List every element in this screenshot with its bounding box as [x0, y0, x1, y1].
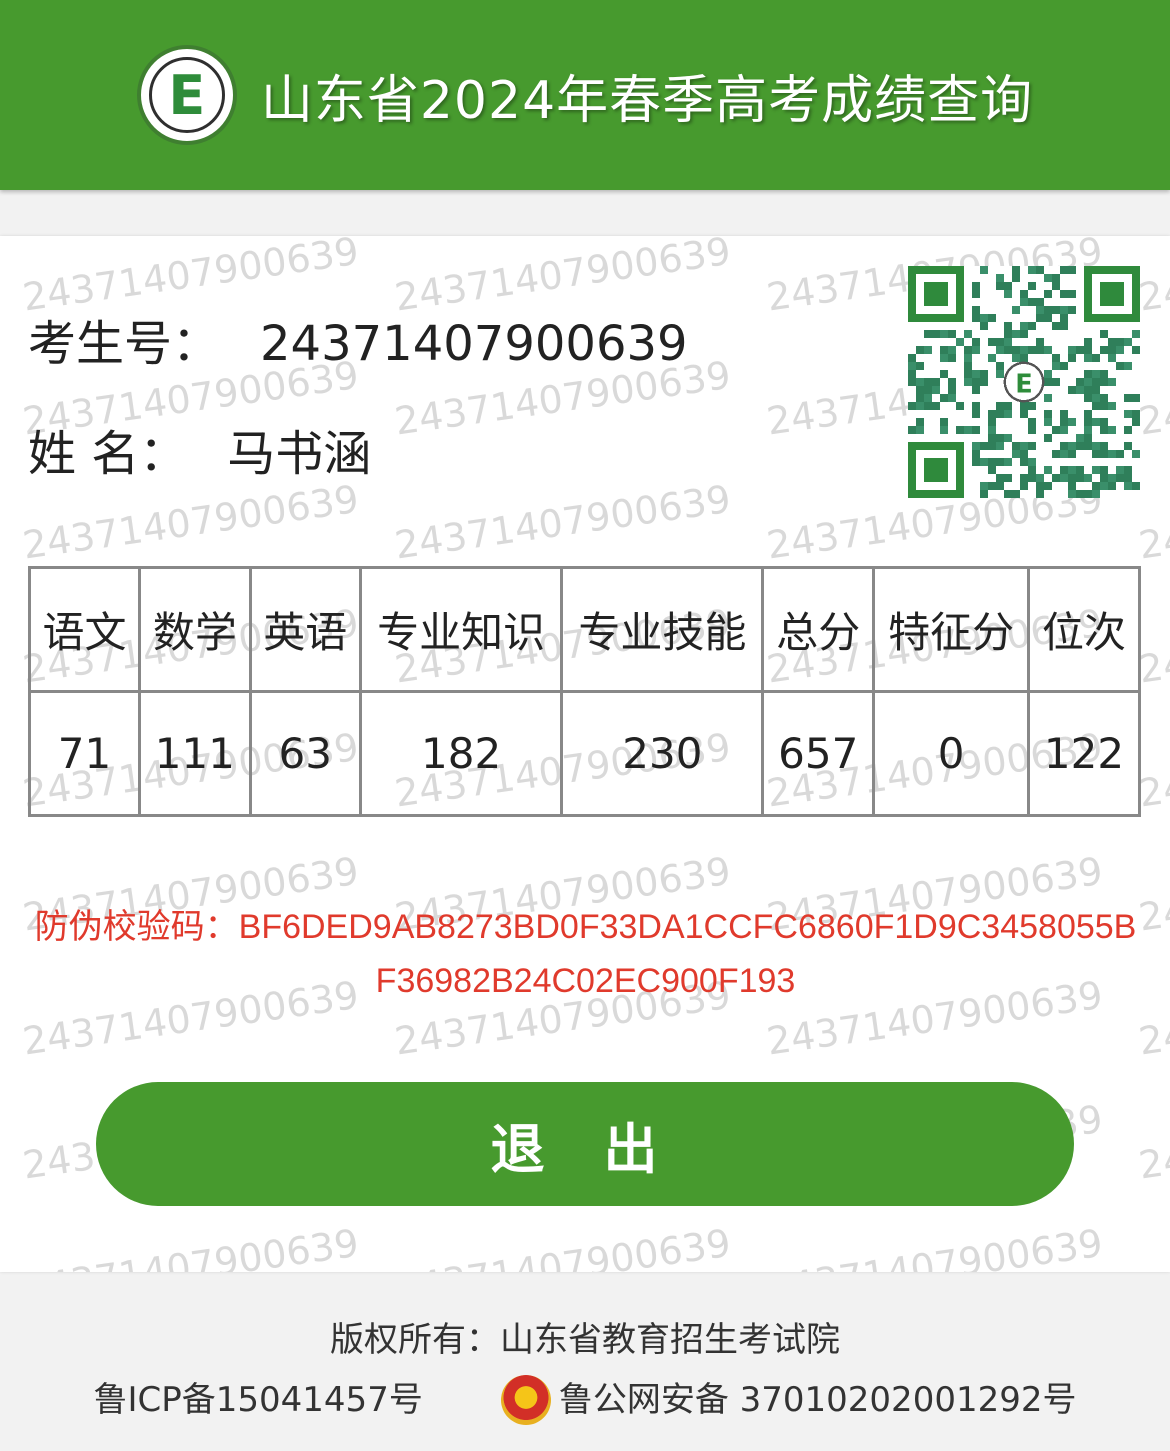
score-value-row: 71 111 63 182 230 657 0 122 [28, 690, 1142, 817]
watermark-text: 24371407900639 [764, 1220, 1106, 1272]
qr-code-icon: E [908, 266, 1140, 498]
public-security-link[interactable]: 鲁公网安备 37010202001292号 [559, 1370, 1077, 1430]
logout-button[interactable]: 退 出 [96, 1082, 1074, 1206]
police-badge-icon [500, 1375, 551, 1425]
result-card: 24371407900639 24371407900639 243714079006… [0, 236, 1170, 1272]
student-id-row: 考生号： 24371407900639 [28, 304, 688, 374]
watermark-text: 24371407900639 [392, 1220, 734, 1272]
page-title: 山东省2024年春季高考成绩查询 [260, 70, 1034, 131]
student-name-row: 姓 名： 马书涵 [28, 414, 371, 484]
svg-text:E: E [1015, 369, 1032, 399]
score-value-cell: 122 [1026, 690, 1142, 817]
page-header: E 山东省2024年春季高考成绩查询 [0, 0, 1170, 190]
score-value-cell: 230 [560, 690, 765, 817]
score-header-cell: 数学 [137, 566, 252, 693]
verification-code: 防伪校验码：BF6DED9AB8273BD0F33DA1CCFC6860F1D9… [28, 900, 1143, 1008]
score-header-cell: 专业技能 [560, 566, 765, 693]
e-logo-icon: E [136, 45, 237, 145]
icp-link[interactable]: 鲁ICP备15041457号 [94, 1370, 423, 1430]
watermark-text: 24371407900639 [392, 476, 734, 568]
watermark-text: 24371407900639 [1136, 1220, 1170, 1272]
watermark-text: 24371407900639 [20, 1220, 362, 1272]
verification-value: BF6DED9AB8273BD0F33DA1CCFC6860F1D9C34580… [238, 908, 1137, 1000]
score-header-cell: 特征分 [872, 566, 1030, 693]
student-id-label: 考生号： [28, 316, 221, 372]
watermark-text: 24371407900639 [20, 476, 362, 568]
score-value-cell: 111 [137, 690, 252, 817]
watermark-text: 24371407900639 [1136, 600, 1170, 692]
verification-label: 防伪校验码： [34, 907, 239, 947]
score-value-cell: 63 [248, 690, 362, 817]
copyright-text: 版权所有：山东省教育招生考试院 [330, 1320, 840, 1360]
score-header-cell: 位次 [1026, 566, 1142, 693]
logo-letter: E [168, 63, 206, 127]
score-value-cell: 0 [872, 690, 1030, 817]
score-header-row: 语文 数学 英语 专业知识 专业技能 总分 特征分 位次 [28, 566, 1142, 693]
watermark-text: 24371407900639 [1136, 352, 1170, 444]
footer-links: 鲁ICP备15041457号 鲁公网安备 37010202001292号 [0, 1370, 1170, 1430]
watermark-text: 24371407900639 [1136, 1096, 1170, 1188]
score-value-cell: 182 [358, 690, 564, 817]
watermark-text: 24371407900639 [1136, 724, 1170, 816]
score-header-cell: 总分 [761, 566, 876, 693]
score-header-cell: 语文 [28, 566, 141, 693]
score-header-cell: 英语 [248, 566, 362, 693]
score-table: 语文 数学 英语 专业知识 专业技能 总分 特征分 位次 71 111 63 1… [28, 566, 1142, 817]
student-name-label: 姓 名： [28, 426, 188, 482]
score-value-cell: 657 [761, 690, 876, 817]
score-header-cell: 专业知识 [358, 566, 564, 693]
student-id-value: 24371407900639 [260, 316, 688, 372]
score-value-cell: 71 [28, 690, 141, 817]
watermark-text: 24371407900639 [1136, 476, 1170, 568]
watermark-text: 24371407900639 [1136, 236, 1170, 320]
page-footer: 版权所有：山东省教育招生考试院 鲁ICP备15041457号 鲁公网安备 370… [0, 1310, 1170, 1430]
student-name-value: 马书涵 [227, 426, 372, 482]
